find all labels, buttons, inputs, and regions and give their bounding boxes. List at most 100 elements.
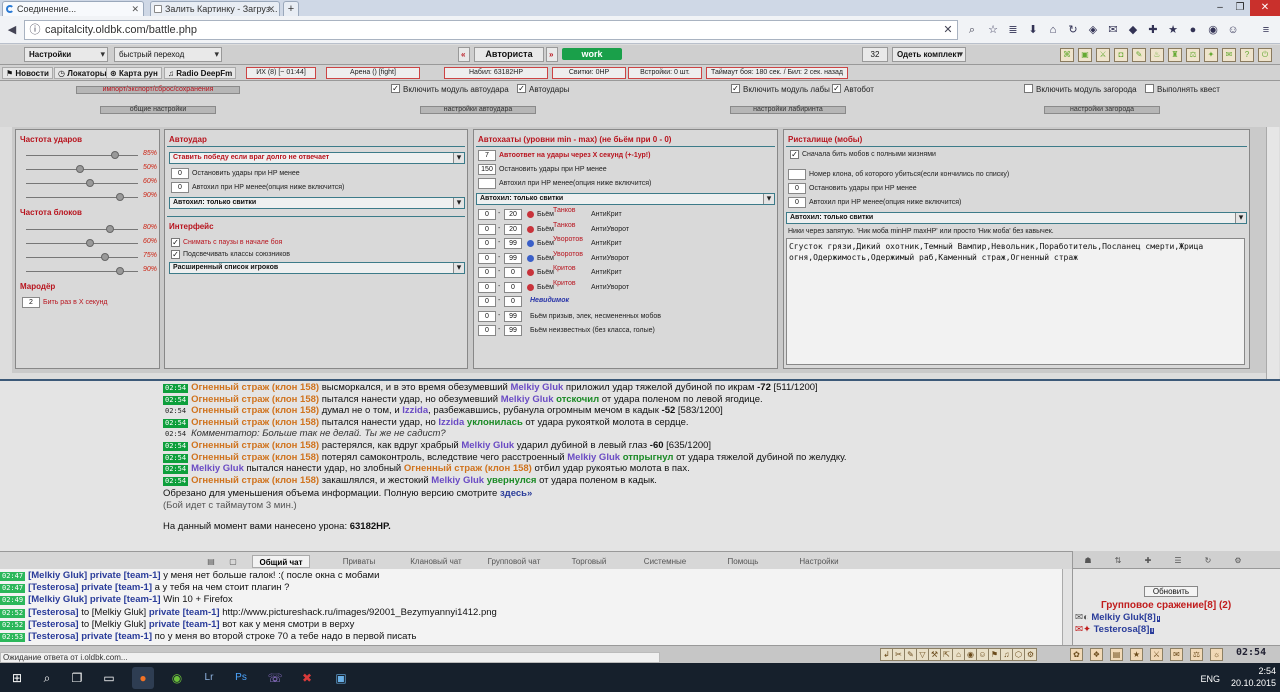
url-field[interactable]: ⓘ capitalcity.oldbk.com/battle.php <box>24 20 958 40</box>
game-client-icon[interactable]: ◉ <box>166 667 188 689</box>
frequency-slider[interactable]: 60% <box>16 238 159 250</box>
exit-icon[interactable]: ⏻ <box>1258 48 1272 62</box>
mob-list-textarea[interactable]: Сгусток грязи,Дикий охотник,Темный Вампи… <box>786 238 1245 365</box>
next-button[interactable]: » <box>546 47 558 62</box>
player-name[interactable]: Izzida <box>438 417 464 428</box>
frequency-slider[interactable]: 80% <box>16 224 159 236</box>
filter-icon[interactable]: ✚ <box>1141 554 1155 567</box>
max-level-input[interactable]: 0 <box>504 281 522 293</box>
outside-module-checkbox[interactable] <box>1024 84 1033 93</box>
autoheal-hp-input[interactable]: 0 <box>171 182 189 193</box>
max-level-input[interactable]: 99 <box>504 238 522 249</box>
chat-clear-icon[interactable]: ▢ <box>226 555 240 568</box>
member-name[interactable]: Testerosa[8] <box>1094 624 1150 635</box>
highlight-checkbox[interactable]: ✓ <box>171 250 180 259</box>
chat-mode[interactable]: private [team-1] <box>90 570 161 581</box>
clear-url-icon[interactable]: ✕ <box>940 22 956 38</box>
chat-timestamp[interactable]: 02:52 <box>0 608 26 618</box>
new-tab-button[interactable]: + <box>283 1 299 16</box>
trade-icon[interactable]: ⚖ <box>1186 48 1200 62</box>
work-button[interactable]: work <box>562 48 622 60</box>
chat-mode[interactable]: private [team-1] <box>149 619 220 630</box>
lightroom-icon[interactable]: Lr <box>198 667 220 689</box>
player-name[interactable]: Melkiy Gluk <box>191 463 244 474</box>
min-level-input[interactable]: 0 <box>478 310 496 322</box>
min-level-input[interactable]: 0 <box>478 209 496 220</box>
lab-module-checkbox[interactable]: ✓ <box>731 84 740 93</box>
prev-button[interactable]: « <box>458 47 470 62</box>
min-level-input[interactable]: 0 <box>478 296 496 307</box>
sword-icon[interactable]: ⚔ <box>1096 48 1110 62</box>
chat-timestamp[interactable]: 02:47 <box>0 572 26 581</box>
autoheal-select[interactable]: Автохил: только свитки <box>476 193 775 205</box>
import-export-button[interactable]: импорт/экспорт/сброс/сохранения <box>76 86 240 94</box>
unpause-checkbox[interactable]: ✓ <box>171 238 180 247</box>
addon-icon[interactable]: ● <box>1185 22 1201 38</box>
autoheal-hp-input[interactable] <box>478 178 496 189</box>
search-icon[interactable]: ⌕ <box>964 22 980 38</box>
reply-delay-input[interactable]: 7 <box>478 150 496 161</box>
firefox-icon[interactable]: ● <box>132 667 154 689</box>
sun-icon[interactable]: ☼ <box>1210 648 1223 661</box>
min-level-input[interactable]: 0 <box>478 267 496 278</box>
task-view-icon[interactable]: ❐ <box>66 667 88 689</box>
chat-mode[interactable]: private [team-1] <box>90 594 161 605</box>
player-name[interactable]: Огненный страж (клон 158) <box>404 463 532 474</box>
back-icon[interactable]: ◀ <box>4 22 20 38</box>
player-name[interactable]: Melkiy Gluk <box>431 475 484 486</box>
slider-handle[interactable] <box>106 225 114 233</box>
section-autohit[interactable]: настройки автоудара <box>420 106 536 114</box>
min-level-input[interactable]: 0 <box>478 281 496 293</box>
info-icon[interactable]: i <box>1150 628 1155 634</box>
shield-icon[interactable]: ◘ <box>1114 48 1128 62</box>
tab-system[interactable]: Системные <box>632 555 698 568</box>
chat-nick[interactable]: [Testerosa] <box>28 631 79 642</box>
max-level-input[interactable]: 20 <box>504 223 522 235</box>
addon-icon[interactable]: ◉ <box>1205 22 1221 38</box>
victory-select[interactable]: Ставить победу если враг долго не отвеча… <box>169 152 465 164</box>
player-name[interactable]: Огненный страж (клон 158) <box>191 394 319 405</box>
tab-group-chat[interactable]: Групповой чат <box>478 555 550 568</box>
players-list-select[interactable]: Расширенный список игроков <box>169 262 465 274</box>
frequency-slider[interactable]: 85% <box>16 150 159 162</box>
settings-icon[interactable]: ⚙ <box>1231 554 1245 567</box>
slider-handle[interactable] <box>86 239 94 247</box>
chat-recipient[interactable]: to [Melkiy Gluk] <box>81 607 146 618</box>
full-hp-first-checkbox[interactable]: ✓ <box>790 150 799 159</box>
mail-icon[interactable]: ✉ <box>1105 22 1121 38</box>
trade-icon[interactable]: ⚖ <box>1190 648 1203 661</box>
nav-runes-map[interactable]: ⊛ Карта рун <box>106 67 162 79</box>
member-row[interactable]: ✉◐ Melkiy Gluk[8] i <box>1075 612 1161 623</box>
refresh-button[interactable]: Обновить <box>1144 586 1198 597</box>
mail-icon[interactable]: ✉ <box>1222 48 1236 62</box>
player-name[interactable]: Огненный страж (клон 158) <box>191 382 319 393</box>
photoshop-icon[interactable]: Ps <box>230 667 252 689</box>
tab-help[interactable]: Помощь <box>710 555 776 568</box>
max-level-input[interactable]: 99 <box>504 252 522 264</box>
sword-icon[interactable]: ⚔ <box>1150 648 1163 661</box>
minimize-icon[interactable]: – <box>1210 0 1230 16</box>
frequency-slider[interactable]: 90% <box>16 266 159 278</box>
stop-hp-input[interactable]: 0 <box>788 183 806 194</box>
nav-news[interactable]: ⚑ Новости <box>2 67 53 79</box>
scroll-icon[interactable]: ✎ <box>1132 48 1146 62</box>
search-icon[interactable]: ⌕ <box>36 667 58 689</box>
frequency-slider[interactable]: 75% <box>16 252 159 264</box>
autohits-checkbox[interactable]: ✓ <box>517 84 526 93</box>
chat-nick[interactable]: [Melkiy Gluk] <box>28 570 87 581</box>
chat-mode[interactable]: private [team-1] <box>149 607 220 618</box>
info-icon[interactable]: i <box>1156 616 1161 622</box>
tab-trade[interactable]: Торговый <box>556 555 622 568</box>
chat-timestamp[interactable]: 02:49 <box>0 596 26 606</box>
max-level-input[interactable]: 20 <box>504 209 522 220</box>
map-icon[interactable]: ⌘ <box>1060 48 1074 62</box>
home-icon[interactable]: ⌂ <box>1045 22 1061 38</box>
player-name[interactable]: Melkiy Gluk <box>501 394 554 405</box>
flower-icon[interactable]: ✿ <box>1070 648 1083 661</box>
stop-hp-input[interactable]: 0 <box>171 168 189 179</box>
marauder-input[interactable]: 2 <box>22 297 40 308</box>
players-icon[interactable]: ☗ <box>1081 554 1095 567</box>
frequency-slider[interactable]: 90% <box>16 192 159 204</box>
chat-mode[interactable]: private [team-1] <box>81 631 152 642</box>
section-outside[interactable]: настройки загорода <box>1044 106 1160 114</box>
